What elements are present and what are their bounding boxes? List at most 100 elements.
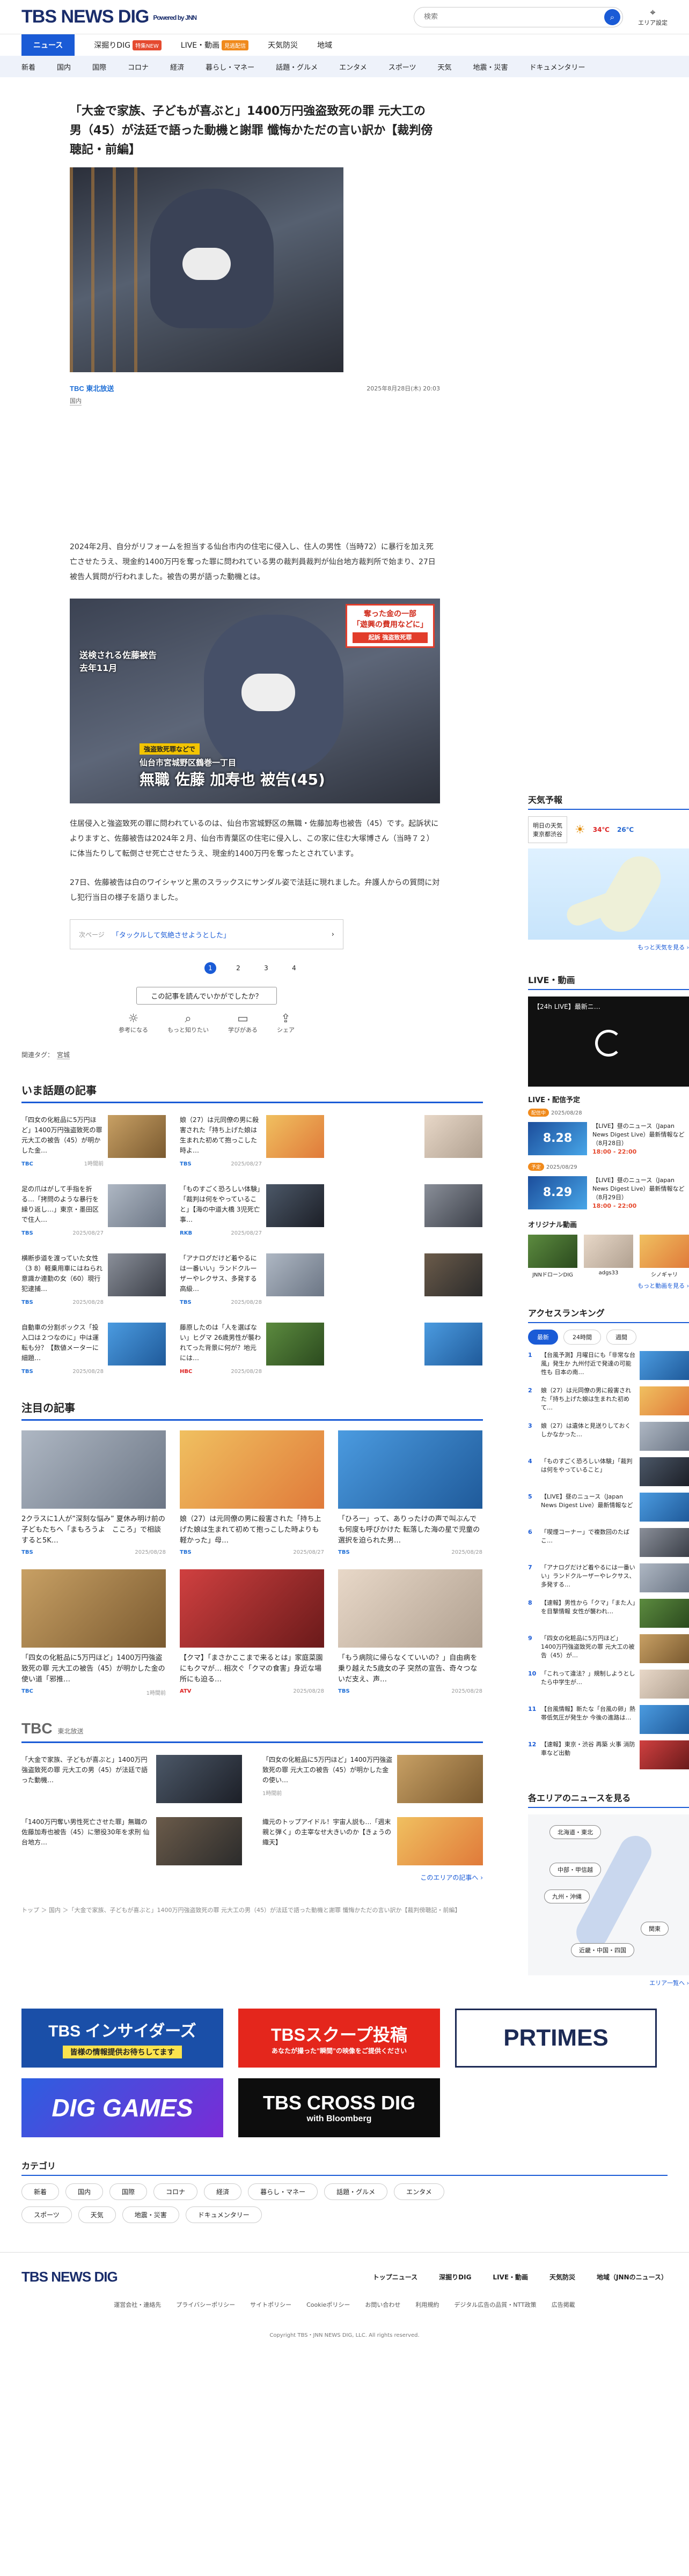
trending-item[interactable] <box>338 1253 482 1308</box>
footer-link[interactable]: プライバシーポリシー <box>176 2300 235 2309</box>
page-number[interactable]: 4 <box>288 962 300 974</box>
trending-item[interactable] <box>338 1115 482 1169</box>
ranking-item[interactable]: 10 「これって違法？」規制しようとしたら中学生が… <box>528 1670 689 1699</box>
banner-dig-games[interactable]: DIG GAMES <box>21 2078 223 2137</box>
subnav-item[interactable]: ドキュメンタリー <box>530 62 585 72</box>
category-chip[interactable]: 天気 <box>78 2206 116 2223</box>
ranking-item[interactable]: 11 【台風情報】新たな「台風の卵」熱帯低気圧が発生か 今後の進路は… <box>528 1705 689 1734</box>
area-button-kinki[interactable]: 近畿・中国・四国 <box>571 1943 634 1957</box>
footer-nav-item[interactable]: 深掘りDIG <box>439 2272 471 2282</box>
ranking-tab[interactable]: 24時間 <box>563 1330 601 1345</box>
featured-item[interactable]: 2クラスに1人が”深刻な悩み” 夏休み明け前の子どもたちへ「まもろうよ こころ」… <box>21 1430 166 1555</box>
subnav-item[interactable]: 地震・災害 <box>473 62 508 72</box>
tbc-logo[interactable]: TBC <box>21 1720 53 1737</box>
trending-item[interactable]: 横断歩道を渡っていた女性（3 8）軽乗用車にはねられ意識か連勤の女（60）現行犯… <box>21 1253 166 1308</box>
weather-map[interactable] <box>528 848 689 940</box>
ranking-item[interactable]: 6 「喫煙コーナー」で複数回のたばこ… <box>528 1528 689 1557</box>
banner-prtimes[interactable]: PRTIMES <box>455 2009 657 2068</box>
original-video-item[interactable]: シノギャリ <box>640 1235 689 1278</box>
trending-item[interactable]: 「ものすごく恐ろしい体験」「裁判は何をやっていること」【海の中道大橋 3児死亡事… <box>180 1184 324 1238</box>
category-chip[interactable]: 国内 <box>65 2183 104 2200</box>
related-tag[interactable]: 宮城 <box>57 1051 70 1059</box>
page-number[interactable]: 2 <box>232 962 244 974</box>
reaction-useful-button[interactable]: ☼ 参考になる <box>119 1012 148 1034</box>
footer-link[interactable]: Cookieポリシー <box>306 2300 350 2309</box>
nav-weather[interactable]: 天気防災 <box>268 40 298 50</box>
ranking-item[interactable]: 9 「四女の化粧品に5万円ほど」1400万円強盗致死の罪 元大工の被告（45）が… <box>528 1634 689 1663</box>
banner-cross-dig[interactable]: TBS CROSS DIG with Bloomberg <box>238 2078 440 2137</box>
ranking-item[interactable]: 4 「ものすごく恐ろしい体験」「裁判は何をやっていること」 <box>528 1457 689 1486</box>
page-number[interactable]: 3 <box>260 962 272 974</box>
trending-item[interactable]: 「アナログだけど着やるには一番いい」ランドクルーザーやレクサス、多発する高級… T… <box>180 1253 324 1308</box>
share-button[interactable]: ⇪ シェア <box>277 1012 295 1034</box>
ranking-item[interactable]: 7 「アナログだけど着やるには一番いい」ランドクルーザーやレクサス、多発する… <box>528 1563 689 1592</box>
footer-link[interactable]: デジタル広告の品質・NTT政策 <box>454 2300 536 2309</box>
footer-nav-item[interactable]: 地域（JNNのニュース） <box>597 2272 668 2282</box>
tbc-item[interactable]: 織元のトップアイドル！宇宙人説も…「週末親と弾く」の主宰なせ大きいのか【きょうの… <box>262 1817 483 1865</box>
featured-item[interactable]: 娘（27）は元同僚の男に殺害された「持ち上げた娘は生まれて初めて抱っこした時より… <box>180 1430 324 1555</box>
trending-item[interactable]: 自動車の分割ボックス「投入口は２つなのに」中は運転も分？【数値メーターに細題… T… <box>21 1323 166 1377</box>
nav-news[interactable]: ニュース <box>21 34 75 56</box>
featured-item[interactable]: 【クマ】「まさかここまで来るとは」家庭菜園にもクマが… 相次ぐ「クマの食害」身近… <box>180 1569 324 1696</box>
subnav-item[interactable]: 国内 <box>57 62 71 72</box>
area-button-hokkaido[interactable]: 北海道・東北 <box>549 1825 601 1839</box>
trending-item[interactable]: 娘（27）は元同僚の男に殺害された「持ち上げた娘は生まれた初めて抱っこした時よ…… <box>180 1115 324 1169</box>
category-chip[interactable]: コロナ <box>153 2183 198 2200</box>
category-chip[interactable]: 経済 <box>204 2183 242 2200</box>
subnav-item[interactable]: コロナ <box>128 62 149 72</box>
category-chip[interactable]: 暮らし・マネー <box>248 2183 318 2200</box>
category-chip[interactable]: 国際 <box>109 2183 148 2200</box>
ranking-item[interactable]: 5 【LIVE】昼のニュース（Japan News Digest Live）最新情… <box>528 1493 689 1522</box>
category-chip[interactable]: スポーツ <box>21 2206 72 2223</box>
footer-nav-item[interactable]: 天気防災 <box>549 2272 575 2282</box>
area-button-kyushu[interactable]: 九州・沖縄 <box>544 1889 590 1903</box>
trending-item[interactable]: 「四女の化粧品に5万円ほど」1400万円強盗致死の罪 元大工の被告（45）が明か… <box>21 1115 166 1169</box>
featured-item[interactable]: 「ひろ一」って、ありったけの声で叫ぶんでも何度も呼びかけた 転落した海の星で児童… <box>338 1430 482 1555</box>
footer-link[interactable]: お問い合わせ <box>365 2300 400 2309</box>
category-chip[interactable]: ドキュメンタリー <box>185 2206 262 2223</box>
subnav-item[interactable]: 話題・グルメ <box>276 62 318 72</box>
ranking-item[interactable]: 3 娘（27）は遺体と見送りしておくしかなかった… <box>528 1422 689 1451</box>
subnav-item[interactable]: 新着 <box>21 62 35 72</box>
subnav-item[interactable]: エンタメ <box>339 62 367 72</box>
category-chip[interactable]: エンタメ <box>394 2183 444 2200</box>
ranking-item[interactable]: 2 娘（27）は元同僚の男に殺害された「持ち上げた娘は生まれた初めて… <box>528 1386 689 1415</box>
reaction-more-button[interactable]: ⌕ もっと知りたい <box>167 1012 209 1034</box>
live-item[interactable]: 配信中 2025/08/28 8.28 【LIVE】昼のニュース（Japan New… <box>528 1109 689 1156</box>
category-chip[interactable]: 話題・グルメ <box>324 2183 388 2200</box>
article-source[interactable]: TBC 東北放送 <box>70 383 114 393</box>
ranking-item[interactable]: 12 【速報】東京・渋谷 再築 火事 消防車など出動 <box>528 1740 689 1769</box>
area-more-link[interactable]: エリア一覧へ › <box>528 1979 689 1987</box>
featured-item[interactable]: 「四女の化粧品に5万円ほど」1400万円強盗致死の罪 元大工の被告（45）が明か… <box>21 1569 166 1696</box>
tbc-item[interactable]: 「四女の化粧品に5万円ほど」1400万円強盗致死の罪 元大工の被告（45）が明か… <box>262 1755 483 1803</box>
original-video-item[interactable]: adgs33 <box>584 1235 633 1278</box>
search-icon[interactable]: ⌕ <box>604 9 620 25</box>
trending-item[interactable] <box>338 1184 482 1238</box>
live-item[interactable]: 予定 2025/08/29 8.29 【LIVE】昼のニュース（Japan News… <box>528 1163 689 1211</box>
footer-link[interactable]: 利用規約 <box>415 2300 439 2309</box>
area-setting[interactable]: ⌖ エリア設定 <box>638 7 668 27</box>
nav-dig[interactable]: 深掘りDIG 特集NEW <box>94 40 162 50</box>
trending-item[interactable] <box>338 1323 482 1377</box>
search-input[interactable] <box>424 13 604 21</box>
category-chip[interactable]: 新着 <box>21 2183 60 2200</box>
subnav-item[interactable]: 経済 <box>170 62 184 72</box>
ranking-item[interactable]: 8 【速報】男性から「クマ」「また人」を目撃情報 女性が襲われ… <box>528 1599 689 1628</box>
category-chip[interactable]: 地震・災害 <box>122 2206 179 2223</box>
area-button-kanto[interactable]: 関東 <box>641 1922 669 1936</box>
footer-nav-item[interactable]: トップニュース <box>373 2272 417 2282</box>
trending-item[interactable]: 藤原したのは「人を選ばない」ヒグマ 26歳男性が襲われてった背景に何が？地元には… <box>180 1323 324 1377</box>
tbc-item[interactable]: 「1400万円奪い男性死亡させた罪」無職の佐藤加寿也被告（45）に懲役30年を求… <box>21 1817 242 1865</box>
ranking-tab[interactable]: 週間 <box>606 1330 636 1345</box>
tbc-item[interactable]: 「大金で家族、子どもが喜ぶと」1400万円強盗致死の罪 元大工の男（45）が法廷… <box>21 1755 242 1803</box>
banner-scoop[interactable]: TBSスクープ投稿 あなたが撮った”瞬間”の映像をご提供ください <box>238 2009 440 2068</box>
footer-nav-item[interactable]: LIVE・動画 <box>493 2272 528 2282</box>
footer-link[interactable]: 運営会社・連絡先 <box>114 2300 161 2309</box>
subnav-item[interactable]: 暮らし・マネー <box>206 62 254 72</box>
article-category[interactable]: 国内 <box>70 396 82 405</box>
site-logo[interactable]: TBS NEWS DIG Powered by JNN <box>21 6 197 27</box>
footer-logo[interactable]: TBS NEWS DIG <box>21 2269 118 2285</box>
reaction-learn-button[interactable]: ▭ 学びがある <box>228 1012 258 1034</box>
next-page-link[interactable]: 次ページ 「タックルして気絶させようとした」 › <box>70 919 343 949</box>
area-button-chubu[interactable]: 中部・甲信越 <box>549 1863 601 1877</box>
